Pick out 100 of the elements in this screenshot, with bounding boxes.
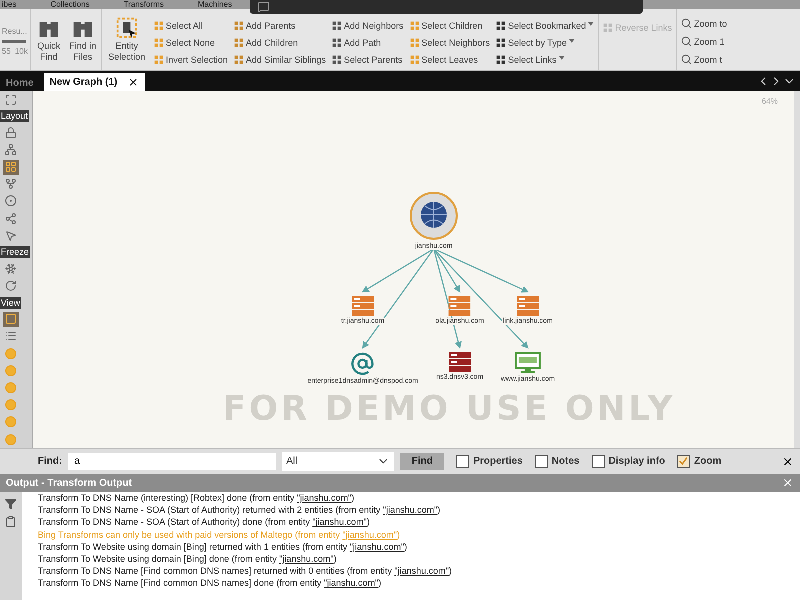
checkbox-label: Notes — [552, 456, 580, 467]
tool-button[interactable] — [3, 160, 19, 175]
clipboard-icon[interactable] — [5, 516, 17, 528]
zoom-button[interactable]: Zoom 1 — [681, 36, 728, 47]
menu-tab[interactable]: ibes — [2, 1, 17, 9]
zoom-button[interactable]: Zoom t — [681, 54, 728, 65]
panel-title: Output - Transform Output — [6, 478, 132, 488]
slider-label: Resu... — [2, 27, 28, 36]
document-tab[interactable]: New Graph (1) — [44, 73, 145, 91]
filter-icon[interactable] — [5, 498, 17, 510]
dots-icon — [332, 21, 342, 31]
log-line: Transform To Website using domain [Bing] done (from entity "jianshu.com") — [38, 553, 338, 566]
monitor-icon — [515, 352, 541, 374]
tick-label: 10k — [15, 47, 28, 56]
dots-icon — [603, 23, 614, 33]
dots-icon — [154, 55, 164, 65]
at-sign-icon — [351, 352, 375, 376]
entity-link[interactable]: "jianshu.com" — [394, 566, 450, 576]
log-line: Transform To DNS Name [Find common DNS names] returned with 0 entities (from entity "jianshu.com") — [38, 565, 452, 578]
ribbon-button[interactable]: Add Path — [332, 38, 404, 48]
globe-icon — [409, 191, 459, 241]
tool-button[interactable] — [3, 278, 19, 294]
tool-button[interactable] — [3, 312, 19, 327]
checkbox-label: Zoom — [694, 456, 722, 467]
find-button[interactable]: Find in Files — [67, 16, 99, 62]
fit-button[interactable] — [3, 92, 19, 108]
server-icon — [517, 296, 539, 316]
checkbox[interactable] — [534, 455, 548, 468]
ribbon-button[interactable]: Invert Selection — [154, 55, 228, 65]
tool-button[interactable] — [3, 142, 19, 158]
dots-icon — [410, 55, 420, 65]
ribbon-button[interactable]: Select by Type — [496, 38, 594, 48]
scope-dropdown[interactable]: All — [282, 452, 394, 471]
entity-link[interactable]: "jianshu.com" — [350, 542, 404, 552]
dots-icon — [496, 55, 506, 65]
checkbox[interactable] — [456, 455, 470, 468]
menu-tab[interactable]: Machines — [198, 1, 232, 9]
dots-icon — [496, 38, 506, 48]
dots-icon — [410, 38, 420, 48]
ribbon-button[interactable]: Select Links — [496, 55, 594, 65]
log-line: Transform To DNS Name [Find common DNS names] done (from entity "jianshu.com") — [38, 577, 383, 590]
checkbox-label: Display info — [608, 456, 666, 467]
menu-tab[interactable]: Collections — [50, 1, 90, 9]
ribbon-button[interactable]: Select Children — [410, 21, 490, 31]
tool-button[interactable] — [3, 176, 19, 192]
ribbon-button[interactable]: Add Children — [234, 38, 326, 48]
speech-bubble-icon — [258, 1, 270, 13]
dots-icon — [234, 55, 244, 65]
slider-track[interactable] — [2, 40, 26, 43]
checkbox-label: Properties — [473, 456, 523, 467]
entity-link[interactable]: "jianshu.com" — [324, 578, 379, 588]
close-icon[interactable] — [782, 456, 794, 468]
section-title: Freeze — [0, 246, 30, 258]
server-icon — [449, 352, 471, 372]
entity-selection-button[interactable]: Entity Selection — [104, 16, 150, 62]
tool-button[interactable] — [3, 194, 19, 210]
search-icon — [681, 54, 692, 65]
tool-button[interactable] — [3, 125, 19, 140]
menu-tab[interactable]: Transforms — [124, 1, 164, 9]
find-field[interactable]: a — [68, 453, 276, 470]
log-line: Transform To Website using domain [Bing] returned with 1 entities (from entity "jianshu.com") — [38, 540, 408, 554]
search-icon — [681, 18, 692, 29]
ribbon-button[interactable]: Add Neighbors — [332, 21, 404, 31]
dots-icon — [332, 38, 342, 48]
dots-icon — [234, 21, 244, 31]
ribbon-button[interactable]: Add Parents — [234, 21, 326, 31]
tool-button[interactable] — [3, 261, 19, 277]
server-icon — [449, 296, 471, 316]
dots-icon — [154, 21, 164, 31]
search-icon — [681, 36, 692, 47]
find-label: Find: — [38, 456, 62, 467]
entity-link[interactable]: "jianshu.com" — [312, 517, 368, 528]
tick-label: 55 — [2, 47, 11, 56]
zoom-level: 64% — [762, 97, 778, 106]
log-line: Transform To DNS Name - SOA (Start of Authority) returned with 2 entities (from entity "jianshu.com") — [38, 504, 442, 516]
log-line: Bing Transforms can only be used with paid versions of Maltego (from entity "jianshu.com") — [38, 528, 402, 541]
entity-link[interactable]: "jianshu.com" — [297, 493, 352, 503]
zoom-button[interactable]: Zoom to — [681, 18, 728, 29]
selection-icon — [116, 16, 138, 38]
entity-link[interactable]: "jianshu.com" — [279, 554, 334, 564]
find-button[interactable]: Find — [400, 453, 444, 470]
ribbon-button[interactable]: Select All — [154, 21, 228, 31]
dots-icon — [234, 38, 244, 48]
ribbon-button[interactable]: Add Similar Siblings — [234, 55, 326, 65]
dots-icon — [410, 21, 420, 31]
ribbon-button[interactable]: Select Parents — [332, 55, 404, 65]
log-line: Transform To DNS Name (interesting) [Robtex] done (from entity "jianshu.com") — [38, 492, 356, 504]
ribbon-button[interactable]: Select Neighbors — [410, 38, 490, 48]
ribbon-button[interactable]: Select None — [154, 38, 228, 48]
tool-button[interactable] — [3, 211, 19, 226]
dots-icon — [496, 21, 506, 31]
close-icon[interactable] — [128, 76, 139, 88]
checkbox[interactable] — [592, 455, 605, 468]
find-button[interactable]: Quick Find — [33, 16, 65, 62]
dots-icon — [154, 38, 164, 48]
ribbon-button[interactable]: Select Bookmarked — [496, 21, 594, 31]
checkbox[interactable] — [677, 455, 690, 468]
dots-icon — [332, 55, 342, 65]
ribbon-button[interactable]: Select Leaves — [410, 55, 490, 65]
entity-link[interactable]: "jianshu.com" — [383, 505, 438, 516]
